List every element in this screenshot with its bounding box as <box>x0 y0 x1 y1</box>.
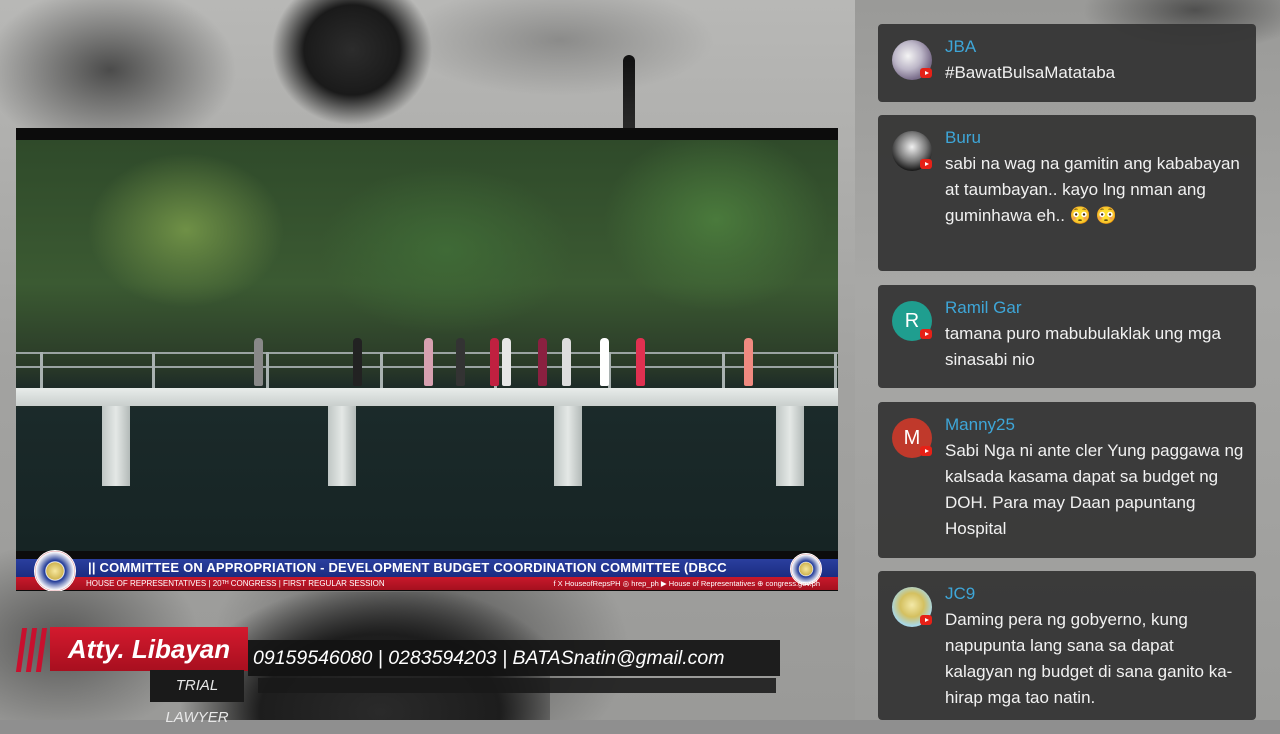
walking-person <box>490 338 499 386</box>
walking-person <box>538 338 547 386</box>
video-player[interactable]: || COMMITTEE ON APPROPRIATION - DEVELOPM… <box>16 128 838 591</box>
footbridge-deck <box>16 388 838 406</box>
banner-subtitle: HOUSE OF REPRESENTATIVES | 20ᵀᴴ CONGRESS… <box>86 579 385 588</box>
walking-person <box>456 338 465 386</box>
chat-author: Buru <box>945 128 981 147</box>
walking-person <box>562 338 571 386</box>
walking-person <box>254 338 263 386</box>
chat-text: Sabi Nga ni ante cler Yung paggawa ng ka… <box>945 441 1244 538</box>
youtube-icon <box>920 159 932 169</box>
lady-justice-statue-head <box>272 0 432 130</box>
presenter-role: TRIAL LAWYER <box>150 670 244 726</box>
chat-message: Buru sabi na wag na gamitin ang kababaya… <box>878 115 1256 271</box>
chat-text: sabi na wag na gamitin ang kababayan at … <box>945 154 1240 225</box>
bridge-pier <box>776 406 804 486</box>
chat-text: tamana puro mabubulaklak ung mga sinasab… <box>945 324 1221 369</box>
walking-person <box>744 338 753 386</box>
broadcast-lower-third: || COMMITTEE ON APPROPRIATION - DEVELOPM… <box>16 550 838 591</box>
chat-message: R Ramil Gar tamana puro mabubulaklak ung… <box>878 285 1256 388</box>
banner-social-links: f X HouseofRepsPH ◎ hrep_ph ▶ House of R… <box>553 579 820 588</box>
youtube-icon <box>920 615 932 625</box>
walking-person <box>424 338 433 386</box>
bridge-pier <box>102 406 130 486</box>
youtube-icon <box>920 329 932 339</box>
bridge-pier <box>554 406 582 486</box>
walking-person <box>600 338 609 386</box>
presenter-contact-info: 09159546080 | 0283594203 | BATASnatin@gm… <box>248 640 780 676</box>
contact-underbar <box>258 678 776 693</box>
chat-text: #BawatBulsaMatataba <box>945 63 1116 82</box>
youtube-icon <box>920 446 932 456</box>
youtube-icon <box>920 68 932 78</box>
house-of-representatives-seal-icon <box>34 550 76 591</box>
chat-message: JC9 Daming pera ng gobyerno, kung napupu… <box>878 571 1256 720</box>
banner-title: || COMMITTEE ON APPROPRIATION - DEVELOPM… <box>88 560 727 575</box>
chat-message: M Manny25 Sabi Nga ni ante cler Yung pag… <box>878 402 1256 558</box>
chat-author: JC9 <box>945 584 976 603</box>
chat-message: JBA #BawatBulsaMatataba <box>878 24 1256 102</box>
chat-text: Daming pera ng gobyerno, kung napupunta … <box>945 610 1233 707</box>
presenter-name: Atty. Libayan <box>50 627 248 671</box>
walking-person <box>353 338 362 386</box>
chat-author: JBA <box>945 37 977 56</box>
video-scene-forest-bridge <box>16 140 838 551</box>
river-water <box>16 408 838 551</box>
accent-stripes <box>15 628 51 672</box>
chat-author: Ramil Gar <box>945 298 1022 317</box>
statue-sword-tip <box>623 55 635 130</box>
walking-person <box>502 338 511 386</box>
bridge-pier <box>328 406 356 486</box>
walking-person <box>636 338 645 386</box>
chat-author: Manny25 <box>945 415 1015 434</box>
